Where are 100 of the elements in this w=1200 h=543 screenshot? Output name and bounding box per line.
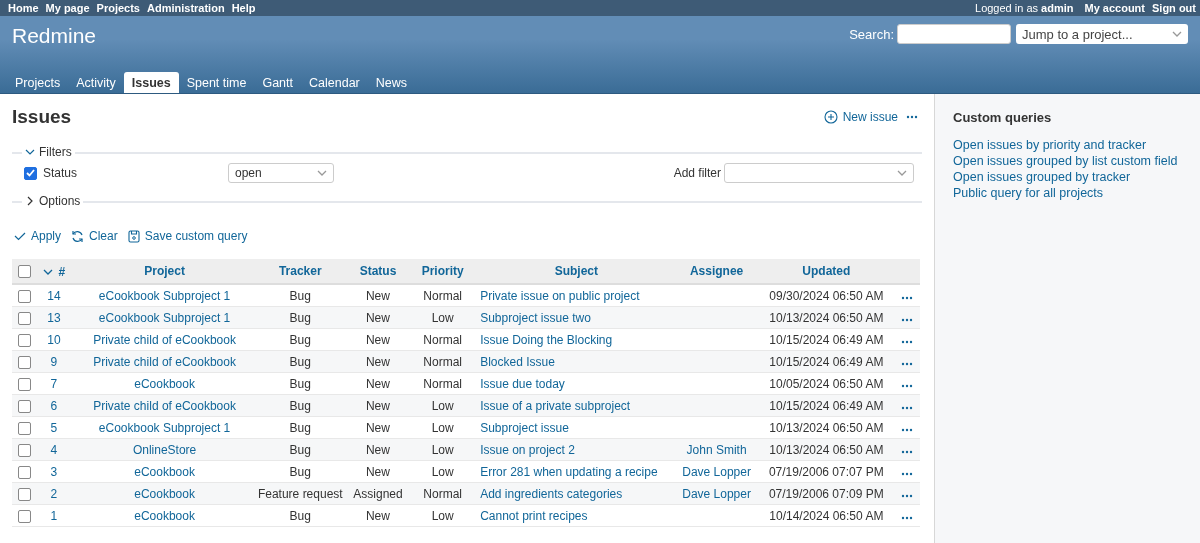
add-filter-label: Add filter: [673, 166, 721, 180]
table-cell-link[interactable]: Error 281 when updating a recipe: [480, 464, 658, 479]
table-cell: New: [365, 288, 390, 303]
row-checkbox[interactable]: [17, 421, 31, 435]
row-checkbox[interactable]: [17, 399, 31, 413]
checkmark-icon: [14, 230, 26, 242]
top-menu-link[interactable]: Home: [8, 2, 39, 14]
table-cell: 10/14/2024 06:50 AM: [769, 508, 884, 523]
options-toggle[interactable]: Options: [22, 194, 84, 208]
table-cell-link[interactable]: eCookbook Subproject 1: [98, 288, 231, 303]
more-icon[interactable]: [900, 361, 913, 366]
table-cell-link[interactable]: 7: [50, 376, 58, 391]
table-cell: New: [365, 398, 390, 413]
row-checkbox[interactable]: [17, 509, 31, 523]
more-icon[interactable]: [906, 115, 918, 119]
table-cell: 07/19/2006 07:07 PM: [768, 464, 884, 479]
top-menu-link[interactable]: Help: [231, 2, 256, 14]
table-cell: New: [365, 464, 390, 479]
row-checkbox[interactable]: [17, 487, 31, 501]
project-jump-dropdown[interactable]: Jump to a project...: [1016, 24, 1188, 44]
filters-toggle[interactable]: Filters: [22, 145, 75, 159]
more-icon[interactable]: [900, 383, 913, 388]
row-checkbox[interactable]: [17, 289, 31, 303]
search-field[interactable]: [897, 24, 1011, 44]
site-title: Redmine: [12, 24, 97, 48]
chevron-down-icon: [317, 170, 327, 176]
query-link[interactable]: Open issues grouped by tracker: [953, 169, 1131, 185]
row-checkbox[interactable]: [17, 377, 31, 391]
filter-label: Status: [43, 166, 79, 180]
table-cell: Low: [431, 310, 454, 325]
query-link[interactable]: Open issues grouped by list custom field: [953, 153, 1178, 169]
more-icon[interactable]: [900, 317, 913, 322]
row-checkbox[interactable]: [17, 333, 31, 347]
table-cell-link[interactable]: 2: [50, 486, 58, 501]
chevron-down-icon: [1172, 31, 1182, 37]
table-cell: New: [365, 442, 390, 457]
table-cell: Low: [431, 420, 454, 435]
account-link[interactable]: My account: [1084, 2, 1145, 14]
row-checkbox[interactable]: [17, 465, 31, 479]
menu-tab[interactable]: Projects: [7, 72, 69, 93]
menu-tab[interactable]: News: [367, 72, 415, 93]
more-icon[interactable]: [900, 515, 913, 520]
table-cell-link[interactable]: eCookbook: [134, 464, 195, 479]
filter-value-dropdown[interactable]: open: [228, 163, 334, 183]
query-link[interactable]: Open issues by priority and tracker: [953, 137, 1147, 153]
more-icon[interactable]: [900, 449, 913, 454]
table-cell-link[interactable]: Issue Doing the Blocking: [480, 332, 613, 347]
more-icon[interactable]: [900, 295, 913, 300]
column-header[interactable]: Subject: [554, 264, 598, 278]
account-link[interactable]: Sign out: [1152, 2, 1196, 14]
table-cell-link[interactable]: Private issue on public project: [480, 288, 640, 303]
table-cell-link[interactable]: Issue due today: [480, 376, 565, 391]
table-cell-link[interactable]: eCookbook: [134, 376, 195, 391]
table-cell: 07/19/2006 07:09 PM: [768, 486, 884, 501]
menu-tab[interactable]: Activity: [68, 72, 124, 93]
apply-link[interactable]: Apply: [14, 229, 62, 243]
table-cell-link[interactable]: 9: [50, 354, 58, 369]
table-cell-link[interactable]: 6: [50, 398, 58, 413]
new-issue-link[interactable]: New issue: [823, 110, 898, 124]
menu-tab[interactable]: Spent time: [178, 72, 255, 93]
table-cell-link[interactable]: 5: [50, 420, 58, 435]
table-cell-link[interactable]: 3: [50, 464, 58, 479]
table-cell: Normal: [423, 354, 463, 369]
table-cell: New: [365, 376, 390, 391]
top-menu-link[interactable]: Administration: [147, 2, 225, 14]
table-cell-link[interactable]: Subproject issue: [480, 420, 569, 435]
more-icon[interactable]: [900, 427, 913, 432]
top-menu-link[interactable]: My page: [45, 2, 90, 14]
menu-tab[interactable]: Calendar: [301, 72, 368, 93]
save-link[interactable]: Save custom query: [127, 229, 248, 243]
table-cell: Low: [431, 442, 454, 457]
more-icon[interactable]: [900, 471, 913, 476]
table-cell-link[interactable]: 14: [47, 288, 61, 303]
table-cell-link[interactable]: Cannot print recipes: [480, 508, 588, 523]
clear-link[interactable]: Clear: [71, 229, 118, 243]
table-cell: 10/05/2024 06:50 AM: [769, 376, 884, 391]
table-cell-link[interactable]: 10: [47, 332, 61, 347]
menu-tab[interactable]: Gantt: [254, 72, 301, 93]
more-icon[interactable]: [900, 339, 913, 344]
table-cell-link[interactable]: Dave Lopper: [682, 464, 751, 479]
row-checkbox[interactable]: [17, 355, 31, 369]
column-header[interactable]: Project: [144, 264, 185, 278]
table-cell-link[interactable]: eCookbook Subproject 1: [98, 420, 231, 435]
table-cell: Low: [431, 464, 454, 479]
table-cell: Low: [431, 508, 454, 523]
row-checkbox[interactable]: [17, 311, 31, 325]
table-cell-link[interactable]: 4: [50, 442, 58, 457]
table-cell: Normal: [423, 486, 463, 501]
table-cell-link[interactable]: eCookbook: [134, 508, 195, 523]
menu-tab[interactable]: Issues: [123, 72, 179, 93]
query-link[interactable]: Public query for all projects: [953, 185, 1104, 201]
table-cell: Normal: [423, 332, 463, 347]
row-checkbox[interactable]: [17, 443, 31, 457]
select-all-checkbox[interactable]: [17, 265, 31, 279]
more-icon[interactable]: [900, 493, 913, 498]
top-menu-link[interactable]: Projects: [96, 2, 140, 14]
more-icon[interactable]: [900, 405, 913, 410]
table-cell-link[interactable]: Private child of eCookbook: [93, 332, 236, 347]
table-cell-link[interactable]: 1: [50, 508, 58, 523]
filter-checkbox[interactable]: [24, 166, 37, 180]
